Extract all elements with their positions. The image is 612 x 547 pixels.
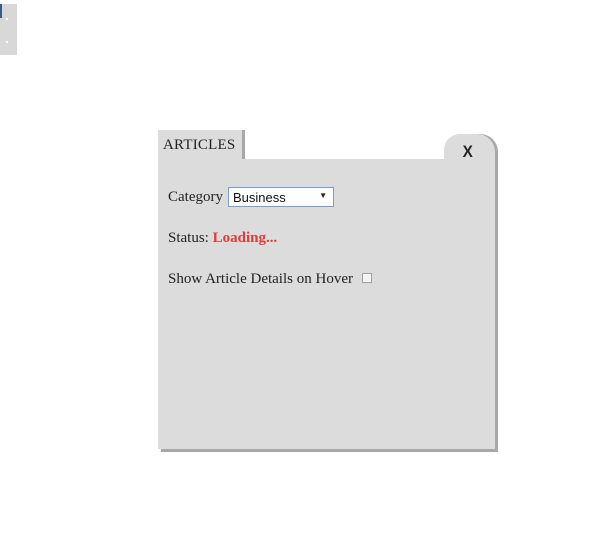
status-row: Status: Loading... bbox=[168, 230, 277, 247]
status-value: Loading... bbox=[212, 230, 278, 246]
articles-panel: Category Business ▼ Status: Loading... S… bbox=[158, 159, 495, 449]
corner-handle[interactable] bbox=[0, 4, 17, 55]
category-selected-value: Business bbox=[233, 190, 286, 205]
category-select[interactable]: Business ▼ bbox=[228, 187, 334, 207]
chevron-down-icon: ▼ bbox=[319, 191, 327, 200]
category-row: Category Business ▼ bbox=[168, 187, 334, 207]
articles-widget: ARTICLES X Category Business ▼ Status: L… bbox=[158, 130, 498, 452]
hover-details-checkbox[interactable] bbox=[362, 273, 372, 283]
articles-tab-label: ARTICLES bbox=[163, 137, 236, 153]
hover-details-label: Show Article Details on Hover bbox=[168, 271, 353, 287]
grip-dot bbox=[6, 18, 8, 20]
articles-tab[interactable]: ARTICLES bbox=[158, 130, 242, 160]
corner-handle-edge bbox=[0, 4, 2, 18]
grip-dot bbox=[6, 41, 8, 43]
status-label: Status: bbox=[168, 230, 209, 246]
category-label: Category bbox=[168, 189, 223, 205]
hover-details-row: Show Article Details on Hover bbox=[168, 271, 372, 288]
